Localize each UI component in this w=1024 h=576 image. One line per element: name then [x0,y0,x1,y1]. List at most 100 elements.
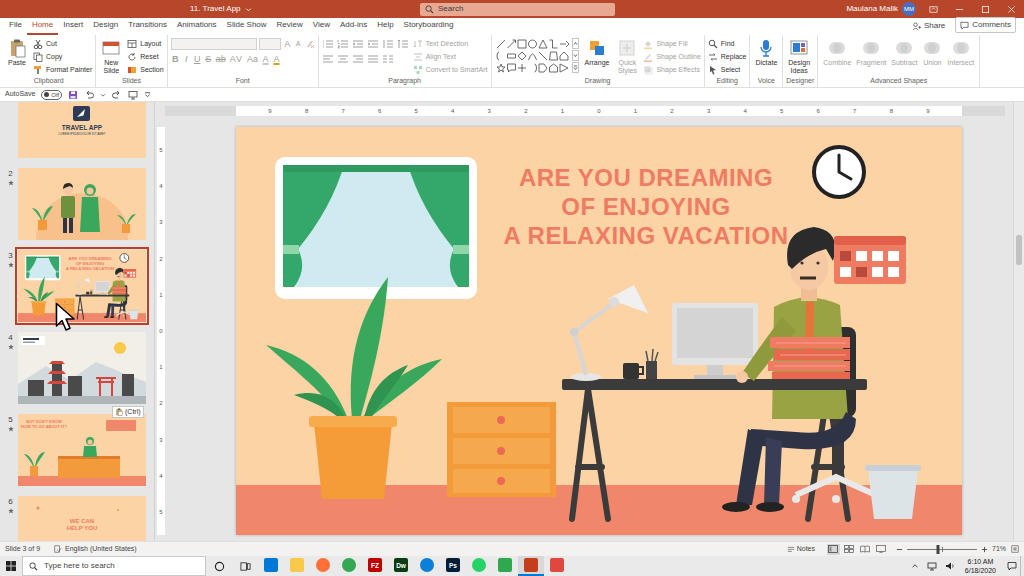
thumbnail-frame[interactable] [18,168,146,240]
thumbnail-frame[interactable]: TRAVEL APPLOREM IPSUM DOLOR SIT AMET [18,102,146,158]
reading-view-button[interactable] [859,544,872,555]
account-avatar[interactable]: MM [902,2,916,16]
scrollbar-thumb[interactable] [1016,235,1022,265]
ribbon-button[interactable]: Arrange [583,38,612,67]
ribbon-tab[interactable]: File [4,19,27,35]
ribbon-button[interactable]: Copy [33,51,92,63]
ribbon-button[interactable]: Combine [821,38,853,67]
ribbon-button[interactable]: Select [708,64,747,76]
taskbar-app[interactable] [518,556,544,576]
thumbnail-frame[interactable] [18,332,146,404]
shapes-gallery-icon[interactable] [495,38,571,74]
taskbar-app[interactable] [310,556,336,576]
notes-button[interactable]: Notes [787,544,815,555]
ribbon-button[interactable]: Fragment [854,38,888,67]
share-button[interactable]: Share [912,20,945,35]
gallery-up-icon[interactable] [572,38,579,49]
ribbon-tab[interactable]: Review [272,19,308,35]
paragraph-format-icon[interactable] [322,39,334,49]
account-name[interactable]: Maulana Malik [846,3,898,15]
paragraph-format-icon[interactable] [352,39,364,49]
font-format-button[interactable]: A [294,38,303,50]
ribbon-tab[interactable]: Slide Show [222,19,272,35]
font-format-button[interactable]: B [171,53,180,65]
paragraph-format-icon[interactable] [382,39,394,49]
ribbon-tab[interactable]: Design [88,19,123,35]
redo-icon[interactable] [112,90,122,100]
paragraph-format-icon[interactable] [367,39,379,49]
ribbon-button[interactable]: Convert to SmartArt [413,64,488,76]
ribbon-button[interactable]: Align Text [413,51,488,63]
ribbon-tab[interactable]: Transitions [123,19,172,35]
ribbon-tab[interactable]: Add-ins [335,19,372,35]
ribbon-display-button[interactable] [920,0,946,18]
ribbon-tab[interactable]: Insert [58,19,88,35]
slide-thumbnail[interactable]: 6 WE CANHELP YOU [3,496,154,541]
paragraph-format-icon[interactable] [397,39,409,49]
paragraph-format-icon[interactable] [352,54,364,64]
slide-thumbnail[interactable]: TRAVEL APPLOREM IPSUM DOLOR SIT AMET [3,102,154,158]
taskbar-app[interactable] [492,556,518,576]
ribbon-button[interactable]: Union [920,38,944,67]
minimize-button[interactable] [946,0,972,18]
slide-thumbnail[interactable]: 4 [3,332,154,404]
slide-sorter-button[interactable] [843,544,856,555]
font-format-button[interactable]: Aa [246,53,259,65]
undo-icon[interactable] [84,90,94,100]
ribbon-button[interactable]: Cut [33,38,92,50]
maximize-button[interactable] [972,0,998,18]
ribbon-button[interactable]: Format Painter [33,64,92,76]
save-icon[interactable] [68,90,78,100]
font-format-button[interactable]: ab [215,53,227,65]
autosave-toggle[interactable]: Off [41,90,62,100]
ribbon-tab[interactable]: Home [27,19,58,35]
paragraph-format-icon[interactable] [322,54,334,64]
gallery-more-icon[interactable] [572,62,579,73]
start-button[interactable] [0,556,22,576]
taskbar-app[interactable] [466,556,492,576]
font-format-button[interactable]: U [193,53,202,65]
slide-thumbnail[interactable]: 3 [3,250,154,322]
cortana-button[interactable] [206,556,232,576]
ribbon-tab[interactable]: View [308,19,335,35]
ribbon-button[interactable]: Text Direction [413,38,488,50]
font-format-button[interactable]: A [272,53,281,65]
paragraph-format-icon[interactable] [337,54,349,64]
horizontal-ruler[interactable]: 9876543210123456789 [165,106,1005,116]
thumbnail-frame[interactable]: WE CANHELP YOU [18,496,146,541]
comments-button[interactable]: Comments [955,17,1016,33]
show-desktop-button[interactable] [1020,556,1024,576]
search-box[interactable]: Search [420,3,615,16]
ribbon-button[interactable]: Shape Outline [643,51,700,63]
taskbar-app[interactable] [544,556,570,576]
taskbar-app[interactable]: FZ [362,556,388,576]
taskbar-app[interactable]: Ps [440,556,466,576]
font-format-button[interactable]: I [182,53,191,65]
ribbon-tab[interactable]: Storyboarding [399,19,459,35]
slide-thumbnail[interactable]: 2 [3,168,154,240]
document-title[interactable]: 11. Travel App [190,3,241,15]
caret-down-icon[interactable] [100,92,106,98]
paragraph-format-icon[interactable] [382,54,394,64]
slide-title[interactable]: ARE YOU DREAMINGOF ENJOYINGA RELAXING VA… [481,163,811,250]
taskbar-app[interactable] [284,556,310,576]
ribbon-button[interactable]: New Slide [99,38,123,75]
language-indicator[interactable]: English (United States) [65,544,137,555]
volume-icon[interactable] [945,561,955,571]
taskbar-search[interactable]: Type here to search [22,556,206,576]
ribbon-button[interactable]: Layout [127,38,163,50]
ribbon-button[interactable]: Shape Effects [643,64,700,76]
close-button[interactable] [998,0,1024,18]
taskbar-app[interactable] [258,556,284,576]
thumbnail-frame[interactable]: ARE YOU DREAMINGOF ENJOYINGA RELAXING VA… [18,250,146,322]
paragraph-format-icon[interactable] [367,54,379,64]
taskbar-app[interactable] [414,556,440,576]
fit-to-window-icon[interactable] [1011,545,1019,553]
font-format-button[interactable]: A [261,53,270,65]
task-view-button[interactable] [232,556,258,576]
ribbon-button[interactable]: Replace [708,51,747,63]
ribbon-button[interactable]: Design Ideas [786,38,812,75]
gallery-down-icon[interactable] [572,50,579,61]
proofing-icon[interactable] [54,545,62,553]
zoom-out-icon[interactable] [896,546,903,553]
